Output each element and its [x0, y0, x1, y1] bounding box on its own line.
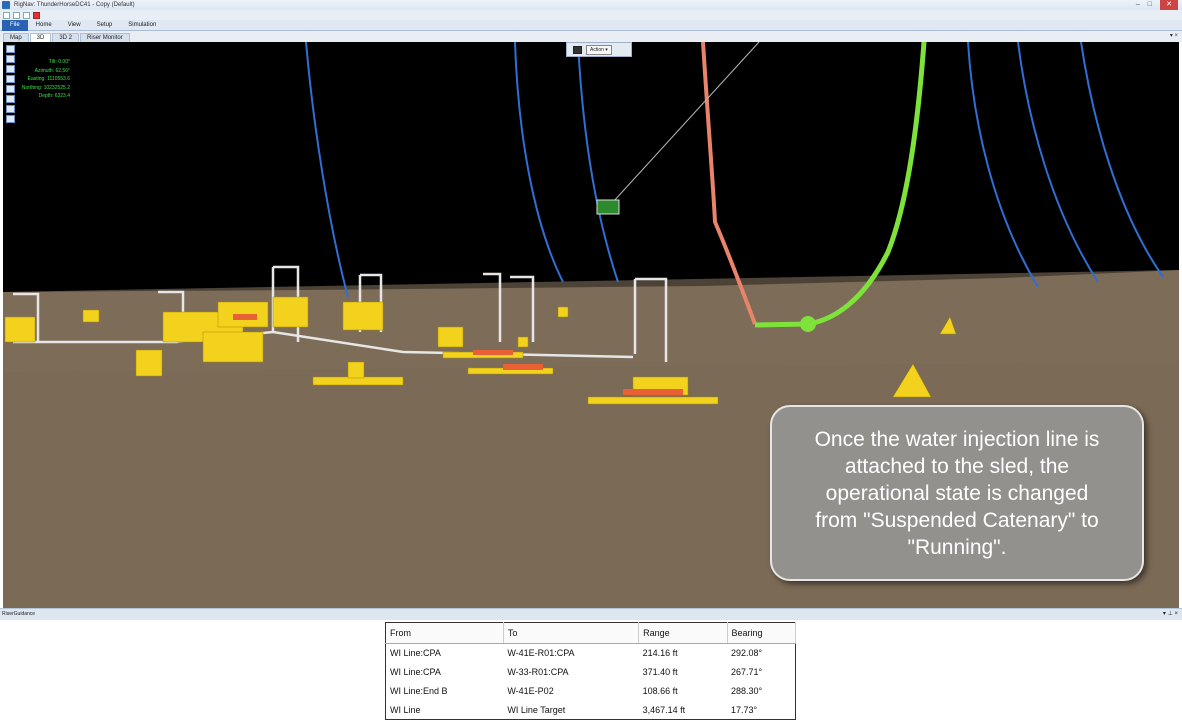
- column-header-from[interactable]: From: [385, 622, 504, 644]
- telemetry-depth: Depth: 6323.4: [38, 93, 70, 99]
- title-bar: RigNav: ThunderHorseDC41 - Copy (Default…: [0, 0, 1182, 10]
- maximize-button[interactable]: □: [1148, 0, 1152, 10]
- wi-line-endpoint: [800, 316, 816, 332]
- open-icon[interactable]: [13, 11, 20, 19]
- cell-from: WI Line: [390, 704, 421, 715]
- telemetry-easting: Easting: 1110553.6: [27, 76, 70, 82]
- measure-tool-icon[interactable]: [6, 75, 15, 83]
- annotation-line: "Running".: [907, 536, 1007, 559]
- view-tabs: Map 3D 3D 2 Riser Monitor ▾ ×: [0, 31, 1182, 42]
- monitor-icon[interactable]: [573, 45, 582, 54]
- cell-range: 214.16 ft: [642, 648, 678, 659]
- panel-header: RiserGuidance ▾ ⊥ ×: [0, 609, 1182, 620]
- cell-range: 371.40 ft: [642, 667, 678, 677]
- flag-icon[interactable]: [33, 11, 40, 19]
- cell-bearing: 17.73°: [731, 704, 758, 715]
- cell-to: W-41E-P02: [507, 686, 554, 696]
- annotation-line: from "Suspended Catenary" to: [815, 509, 1099, 532]
- view-pin-controls[interactable]: ▾ ×: [1170, 32, 1178, 39]
- annotation-line: Once the water injection line is: [814, 428, 1100, 451]
- guidance-table: From To Range Bearing WI Line:CPA W-41E-…: [385, 622, 797, 720]
- close-button[interactable]: ✕: [1160, 0, 1178, 10]
- view-tab-3d[interactable]: 3D: [29, 33, 52, 42]
- quick-access-toolbar: [0, 10, 1182, 20]
- annotation-line: operational state is changed: [825, 482, 1089, 505]
- table-row[interactable]: WI Line WI Line Target 3,467.14 ft 17.73…: [386, 701, 796, 720]
- column-header-range[interactable]: Range: [638, 622, 728, 644]
- cell-from: WI Line:CPA: [390, 667, 441, 677]
- rotate-tool-icon[interactable]: [6, 55, 15, 63]
- pan-tool-icon[interactable]: [6, 45, 15, 53]
- telemetry-tilt: Tilt: 0.00°: [49, 59, 70, 65]
- ribbon-tabs: File Home View Setup Simulation: [0, 19, 1182, 31]
- table-row[interactable]: WI Line:End B W-41E-P02 108.66 ft 288.30…: [386, 682, 796, 701]
- file-tab[interactable]: File: [2, 19, 28, 31]
- tab-view[interactable]: View: [60, 22, 89, 28]
- new-icon[interactable]: [3, 11, 10, 19]
- tab-setup[interactable]: Setup: [89, 22, 121, 28]
- cell-to: W-33-R01:CPA: [507, 667, 569, 677]
- telemetry-readout: Tilt: 0.00° Azimuth: 62.56° Easting: 111…: [15, 58, 70, 101]
- cell-bearing: 292.08°: [731, 648, 763, 659]
- cell-to: WI Line Target: [507, 704, 566, 715]
- action-bar: Action ▾: [566, 42, 632, 57]
- cell-from: WI Line:End B: [390, 686, 448, 696]
- select-tool-icon[interactable]: [6, 85, 15, 93]
- camera-tool-icon[interactable]: [6, 115, 15, 123]
- tab-simulation[interactable]: Simulation: [120, 22, 164, 28]
- viewport-toolbar: [6, 45, 15, 123]
- view-tab-riser-monitor[interactable]: Riser Monitor: [80, 33, 130, 42]
- cell-range: 3,467.14 ft: [642, 704, 686, 715]
- minimize-button[interactable]: –: [1136, 0, 1140, 10]
- view-tab-3d-2[interactable]: 3D 2: [52, 33, 80, 42]
- cell-to: W-41E-R01:CPA: [507, 648, 575, 659]
- settings-tool-icon[interactable]: [6, 95, 15, 103]
- column-header-to[interactable]: To: [503, 622, 640, 644]
- window-controls: – □ ✕: [1136, 0, 1178, 10]
- column-header-bearing[interactable]: Bearing: [727, 622, 797, 644]
- cell-range: 108.66 ft: [642, 686, 678, 696]
- zoom-tool-icon[interactable]: [6, 65, 15, 73]
- annotation-line: attached to the sled, the: [844, 455, 1070, 478]
- panel-title: RiserGuidance: [2, 611, 36, 617]
- panel-pin-controls[interactable]: ▾ ⊥ ×: [1163, 609, 1178, 620]
- app-icon: [2, 1, 10, 9]
- edit-tool-icon[interactable]: [6, 105, 15, 113]
- riser-guidance-panel: RiserGuidance ▾ ⊥ × From To Range Bearin…: [0, 608, 1182, 720]
- cell-bearing: 288.30°: [731, 686, 763, 696]
- tab-home[interactable]: Home: [28, 22, 60, 28]
- view-tab-map[interactable]: Map: [3, 33, 29, 42]
- action-dropdown[interactable]: Action ▾: [586, 44, 612, 55]
- save-icon[interactable]: [23, 11, 30, 19]
- cell-bearing: 267.71°: [731, 667, 763, 677]
- 3d-viewport[interactable]: Tilt: 0.00° Azimuth: 62.56° Easting: 111…: [3, 42, 1179, 608]
- telemetry-northing: Northing: 10232525.2: [21, 84, 70, 91]
- table-row[interactable]: WI Line:CPA W-33-R01:CPA 371.40 ft 267.7…: [386, 663, 796, 682]
- table-row[interactable]: WI Line:CPA W-41E-R01:CPA 214.16 ft 292.…: [386, 644, 796, 663]
- table-header-row: From To Range Bearing: [385, 622, 797, 644]
- window-title: RigNav: ThunderHorseDC41 - Copy (Default…: [14, 2, 135, 8]
- telemetry-azimuth: Azimuth: 62.56°: [34, 67, 70, 74]
- annotation-callout: Once the water injection line is attache…: [770, 405, 1144, 581]
- vessel-label: [596, 199, 620, 215]
- cell-from: WI Line:CPA: [390, 648, 441, 659]
